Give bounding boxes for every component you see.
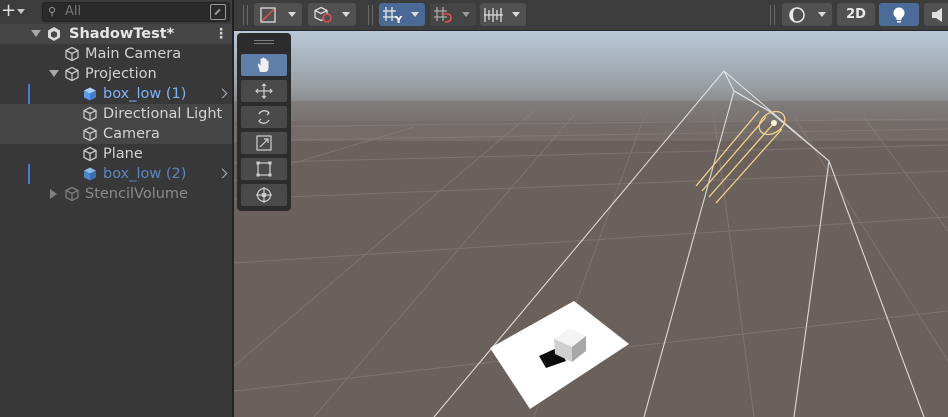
gameobject-cube-icon	[83, 126, 97, 142]
shading-sphere-icon	[789, 7, 805, 23]
more-options-icon[interactable]: ⋮	[214, 24, 228, 44]
grid-visibility-button[interactable]	[480, 3, 526, 26]
chevron-down-icon	[512, 12, 520, 17]
scale-icon	[256, 135, 272, 151]
item-label: box_low (1)	[103, 86, 187, 102]
transform-combined-icon	[256, 187, 272, 203]
overlay-grip[interactable]	[254, 43, 274, 44]
list-item[interactable]: Directional Light	[0, 104, 232, 124]
search-icon: ⚲	[48, 5, 57, 18]
rect-tool-button[interactable]	[241, 158, 287, 180]
cube-red-circle-icon	[314, 6, 332, 23]
item-label: box_low (2)	[103, 166, 187, 182]
search-input[interactable]	[65, 4, 200, 19]
list-item[interactable]: Main Camera	[0, 44, 232, 64]
list-item[interactable]: Projection	[0, 64, 232, 84]
scene-viewport[interactable]	[234, 31, 948, 417]
plus-icon: +	[1, 0, 17, 21]
chevron-down-icon	[17, 9, 25, 14]
scale-tool-button[interactable]	[241, 132, 287, 154]
move-tool-button[interactable]	[241, 80, 287, 102]
grid-y-icon: Y	[383, 7, 403, 24]
grid-snapping-button[interactable]: Y	[379, 3, 425, 26]
transform-tools-overlay	[237, 33, 291, 211]
expand-arrow-icon[interactable]	[31, 30, 41, 37]
hierarchy-search: ⚲	[42, 2, 230, 22]
item-label: Main Camera	[85, 46, 182, 62]
item-label: Camera	[103, 126, 160, 142]
draw-mode-button[interactable]	[254, 3, 302, 26]
hierarchy-toolbar: + ⚲	[0, 0, 232, 24]
add-object-button[interactable]: +	[0, 2, 30, 22]
scene-render	[234, 31, 948, 417]
chevron-down-icon	[288, 12, 296, 17]
audio-toggle-button[interactable]	[924, 3, 948, 26]
rotate-tool-button[interactable]	[241, 106, 287, 128]
item-label: Directional Light	[103, 106, 223, 122]
scene-view-toolbar: Y 2D	[234, 0, 948, 31]
gameobject-cube-icon	[65, 186, 79, 202]
chevron-right-icon[interactable]	[217, 168, 228, 179]
item-label: Projection	[85, 66, 157, 82]
chevron-right-icon[interactable]	[217, 88, 228, 99]
chevron-down-icon	[411, 12, 419, 17]
item-label: Plane	[103, 146, 143, 162]
transform-tool-button[interactable]	[241, 184, 287, 206]
draw-mode-icon	[260, 7, 276, 23]
hand-icon	[257, 57, 269, 72]
toggle-2d-button[interactable]: 2D	[837, 3, 875, 26]
list-item[interactable]: box_low (1)	[0, 84, 232, 104]
shading-mode-button[interactable]	[782, 3, 832, 26]
prefab-icon	[84, 167, 96, 181]
gameobject-cube-icon	[65, 66, 79, 82]
scene-name: ShadowTest*	[69, 26, 175, 42]
toggle-2d-label: 2D	[846, 7, 866, 22]
rotate-icon	[258, 110, 270, 124]
chevron-down-icon	[818, 12, 826, 17]
list-item[interactable]: Plane	[0, 144, 232, 164]
list-item[interactable]: box_low (2)	[0, 164, 232, 184]
gameobject-cube-icon	[65, 46, 79, 62]
unity-scene-icon	[48, 27, 60, 41]
toolbar-grip	[770, 5, 775, 25]
grid-ruler-icon	[484, 8, 503, 22]
list-item[interactable]: Camera	[0, 124, 232, 144]
lighting-toggle-button[interactable]	[879, 3, 919, 26]
hierarchy-panel: + ⚲ ShadowTest* ⋮ Main Camera	[0, 0, 232, 417]
rect-transform-icon	[256, 161, 272, 177]
render-mode-button[interactable]	[308, 3, 356, 26]
scene-row[interactable]: ShadowTest* ⋮	[0, 24, 232, 44]
prefab-icon	[84, 87, 96, 101]
move-arrows-icon	[255, 83, 273, 99]
list-item[interactable]: StencilVolume	[0, 184, 232, 204]
gameobject-cube-icon	[83, 146, 97, 162]
chevron-down-icon	[342, 12, 350, 17]
override-indicator	[28, 164, 30, 184]
open-search-window-icon[interactable]	[210, 4, 226, 20]
expand-arrow-icon[interactable]	[50, 189, 57, 199]
toolbar-grip	[368, 5, 373, 25]
toolbar-grip	[243, 5, 248, 25]
chevron-down-icon	[462, 12, 470, 17]
gameobject-cube-icon	[83, 106, 97, 122]
expand-arrow-icon[interactable]	[49, 70, 59, 77]
view-tool-button[interactable]	[241, 54, 287, 76]
svg-text:Y: Y	[394, 15, 403, 24]
lightbulb-icon	[893, 7, 905, 23]
increment-snapping-button[interactable]	[430, 3, 476, 26]
snap-increment-icon	[434, 7, 452, 23]
speaker-icon	[932, 8, 942, 22]
overlay-grip[interactable]	[254, 40, 274, 41]
override-indicator	[28, 84, 30, 104]
item-label: StencilVolume	[85, 186, 188, 202]
